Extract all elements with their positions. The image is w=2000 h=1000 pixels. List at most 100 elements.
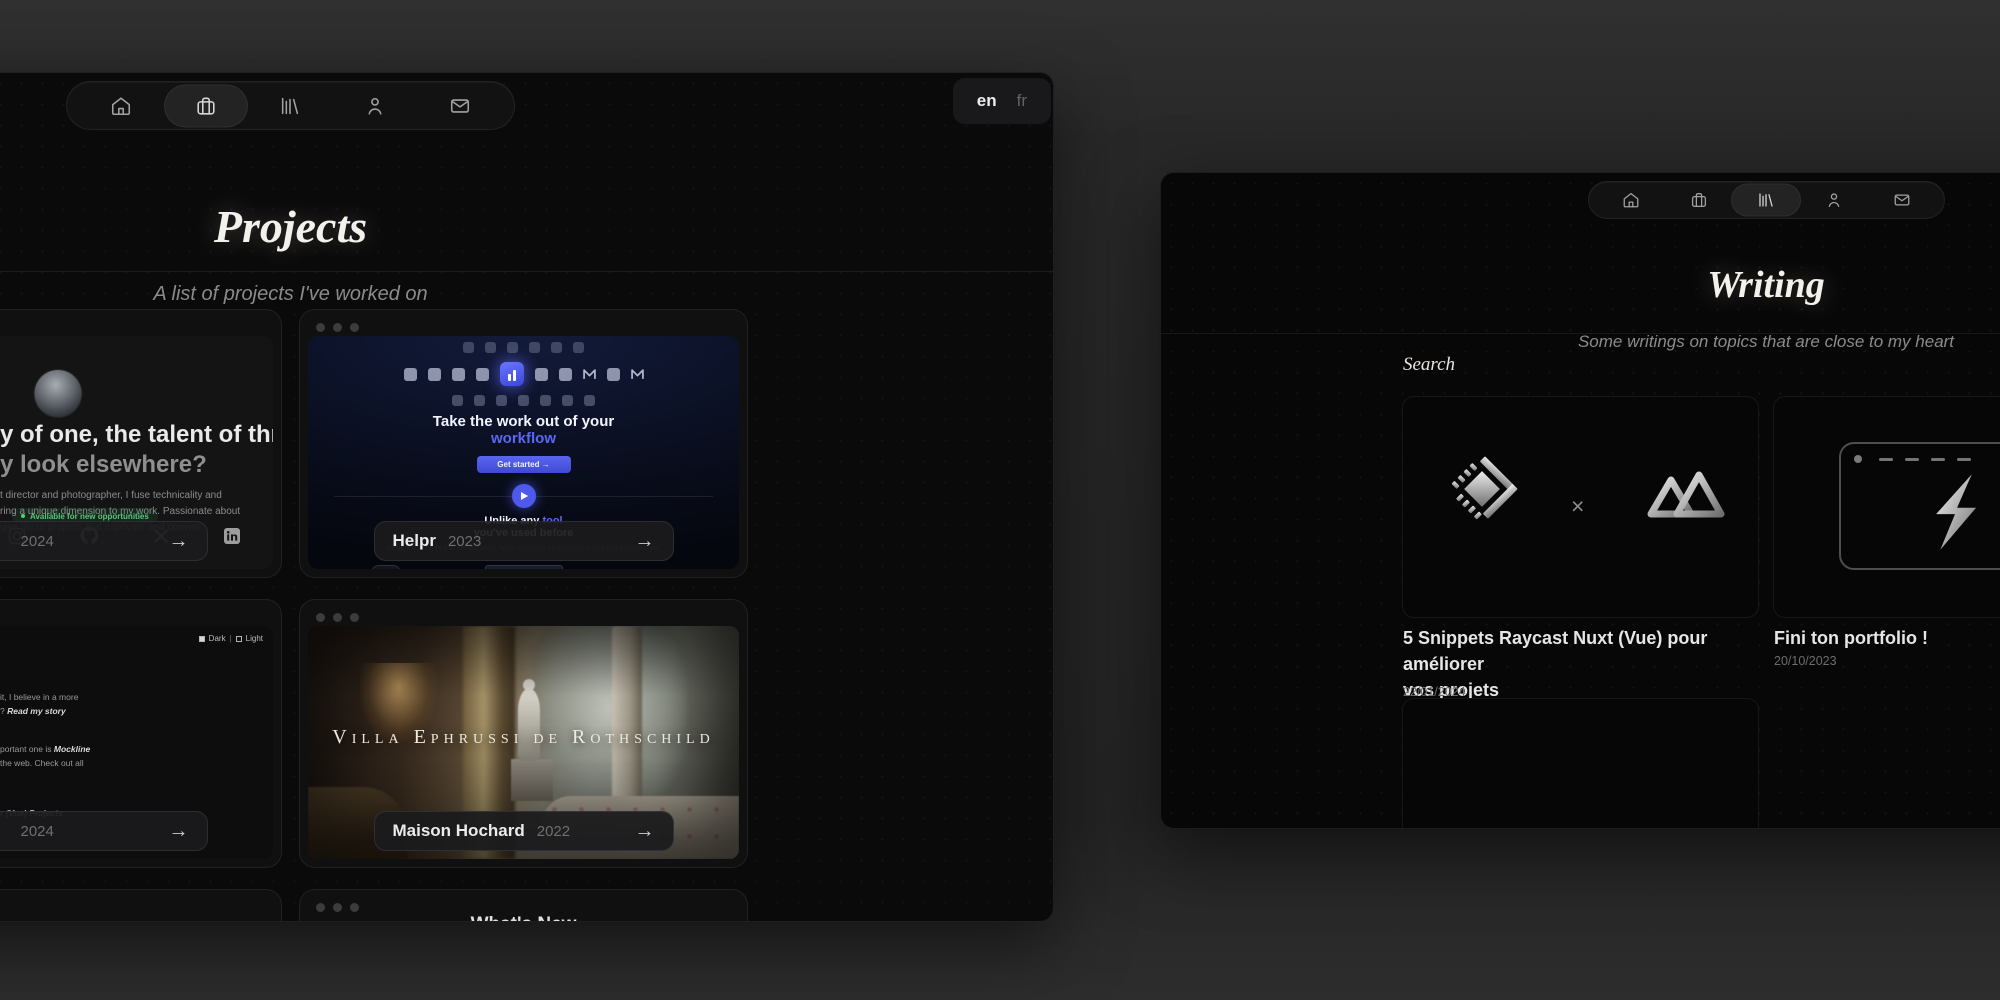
window-dots <box>308 898 739 912</box>
get-started-button: Get started → <box>477 456 571 473</box>
project-year: 2023 <box>448 533 481 550</box>
helpr-hero: Take the work out of your <box>308 413 739 430</box>
avatar <box>34 370 81 417</box>
nav-about[interactable] <box>333 82 418 129</box>
arrow-icon[interactable]: → <box>635 530 655 553</box>
article-card-portfolio[interactable] <box>1773 396 2000 618</box>
project-footer: 2024 → <box>0 811 208 851</box>
project-name: Maison Hochard <box>393 821 525 841</box>
helpr-features: Fast Dynamic Create powerful flows with … <box>308 565 739 569</box>
gmail-icon <box>631 369 644 380</box>
project-year: 2024 <box>21 823 54 840</box>
browser-frame <box>1839 442 2000 570</box>
writing-window: Writing Some writings on topics that are… <box>1160 172 2000 829</box>
feature-integrations: Integrations <box>613 565 711 569</box>
project-footer: Helpr 2023 → <box>374 521 674 561</box>
project-footer: 2024 → <box>0 521 208 561</box>
article-date: 22/01/2024 <box>1403 685 1466 699</box>
dark-swatch-icon <box>199 636 205 642</box>
light-swatch-icon <box>236 636 242 642</box>
feature-dynamic: Dynamic Create powerful flows with our d… <box>475 565 573 569</box>
menu-dashes <box>1879 458 1971 461</box>
briefcase-icon <box>1690 191 1708 209</box>
integration-icon-grid <box>308 336 739 406</box>
window-dots <box>308 608 739 622</box>
home-icon <box>110 95 132 117</box>
project-year: 2024 <box>21 533 54 550</box>
nav-writing[interactable] <box>1733 182 1801 218</box>
page-title: Writing <box>1402 264 2000 306</box>
language-switcher: en fr <box>953 78 1051 124</box>
search-label: Search <box>1403 354 1455 376</box>
article-card-raycast-nuxt[interactable]: × <box>1402 396 1759 618</box>
briefcase-icon <box>195 95 217 117</box>
gmail-icon <box>583 369 596 380</box>
villa-title: Villa Ephrussi de Rothschild <box>308 726 739 749</box>
feature-fast: Fast <box>337 565 435 569</box>
nav-projects[interactable] <box>1665 182 1733 218</box>
project-footer: Maison Hochard 2022 → <box>374 811 674 851</box>
project-card-profile[interactable]: y of one, the talent of three y look els… <box>0 309 282 578</box>
library-icon <box>1757 191 1775 209</box>
nav-home[interactable] <box>1597 182 1665 218</box>
projects-window: en fr Projects A list of projects I've w… <box>0 72 1054 922</box>
page-title: Projects <box>0 202 748 252</box>
person-icon <box>1825 191 1843 209</box>
window-dots <box>308 318 739 332</box>
writing-header: Writing Some writings on topics that are… <box>1402 239 2000 352</box>
arrow-icon[interactable]: → <box>169 530 189 553</box>
whatsnew-title: What's New <box>308 914 739 922</box>
page-subtitle: Some writings on topics that are close t… <box>1402 332 2000 352</box>
nav-contact[interactable] <box>417 82 502 129</box>
ladder-graphic <box>1403 699 1758 829</box>
theme-toggle: Dark | Light <box>199 634 263 643</box>
nav-about[interactable] <box>1800 182 1868 218</box>
article-title[interactable]: Fini ton portfolio ! <box>1774 625 2000 651</box>
desktop: en fr Projects A list of projects I've w… <box>0 0 2000 1000</box>
video-divider <box>308 484 739 508</box>
projects-header: Projects A list of projects I've worked … <box>0 171 748 306</box>
window-dot <box>1854 455 1862 463</box>
project-card-whatsnew[interactable]: What's New <box>299 889 748 922</box>
project-card-helpr[interactable]: Take the work out of your workflow Get s… <box>299 309 748 578</box>
project-card-partial[interactable] <box>0 889 282 922</box>
nav-home[interactable] <box>79 82 164 129</box>
project-card-maison[interactable]: Villa Ephrussi de Rothschild Maison Hoch… <box>299 599 748 868</box>
lang-en[interactable]: en <box>977 91 997 111</box>
window-dots <box>0 318 273 332</box>
project-name: Helpr <box>393 531 436 551</box>
nav-writing[interactable] <box>248 82 333 129</box>
page-subtitle: A list of projects I've worked on <box>0 283 748 306</box>
article-date: 20/10/2023 <box>1774 654 1837 668</box>
window-dots <box>0 608 273 622</box>
mail-icon <box>1893 191 1911 209</box>
arrow-icon[interactable]: → <box>169 820 189 843</box>
profile-headline: y of one, the talent of three <box>0 421 273 449</box>
linkedin-icon[interactable] <box>223 527 241 545</box>
helpr-hero-accent: workflow <box>308 430 739 447</box>
nuxt-logo <box>1641 463 1729 523</box>
main-nav-right <box>1588 181 1945 219</box>
raycast-logo <box>1443 450 1521 528</box>
profile-headline-muted: y look elsewhere? <box>0 451 207 479</box>
library-icon <box>279 95 301 117</box>
lang-fr[interactable]: fr <box>1017 91 1027 111</box>
window-dots <box>0 898 273 912</box>
person-icon <box>364 95 386 117</box>
nav-contact[interactable] <box>1868 182 1936 218</box>
play-button <box>512 484 536 508</box>
nav-projects[interactable] <box>164 82 249 129</box>
project-year: 2022 <box>537 823 570 840</box>
logo-separator: × <box>1571 493 1584 520</box>
site-text-2: portant one is Mockline the web. Check o… <box>0 742 90 770</box>
mail-icon <box>449 95 471 117</box>
home-icon <box>1622 191 1640 209</box>
lightning-bolt-icon <box>1923 470 1987 554</box>
project-card-site[interactable]: Dark | Light it, I believe in a more ? R… <box>0 599 282 868</box>
article-card-ladder[interactable] <box>1402 698 1759 829</box>
site-text-1: it, I believe in a more ? Read my story <box>0 690 78 718</box>
arrow-icon[interactable]: → <box>635 820 655 843</box>
helpr-logo-icon <box>500 362 524 386</box>
status-dot <box>21 514 25 518</box>
main-nav-left <box>66 81 515 130</box>
